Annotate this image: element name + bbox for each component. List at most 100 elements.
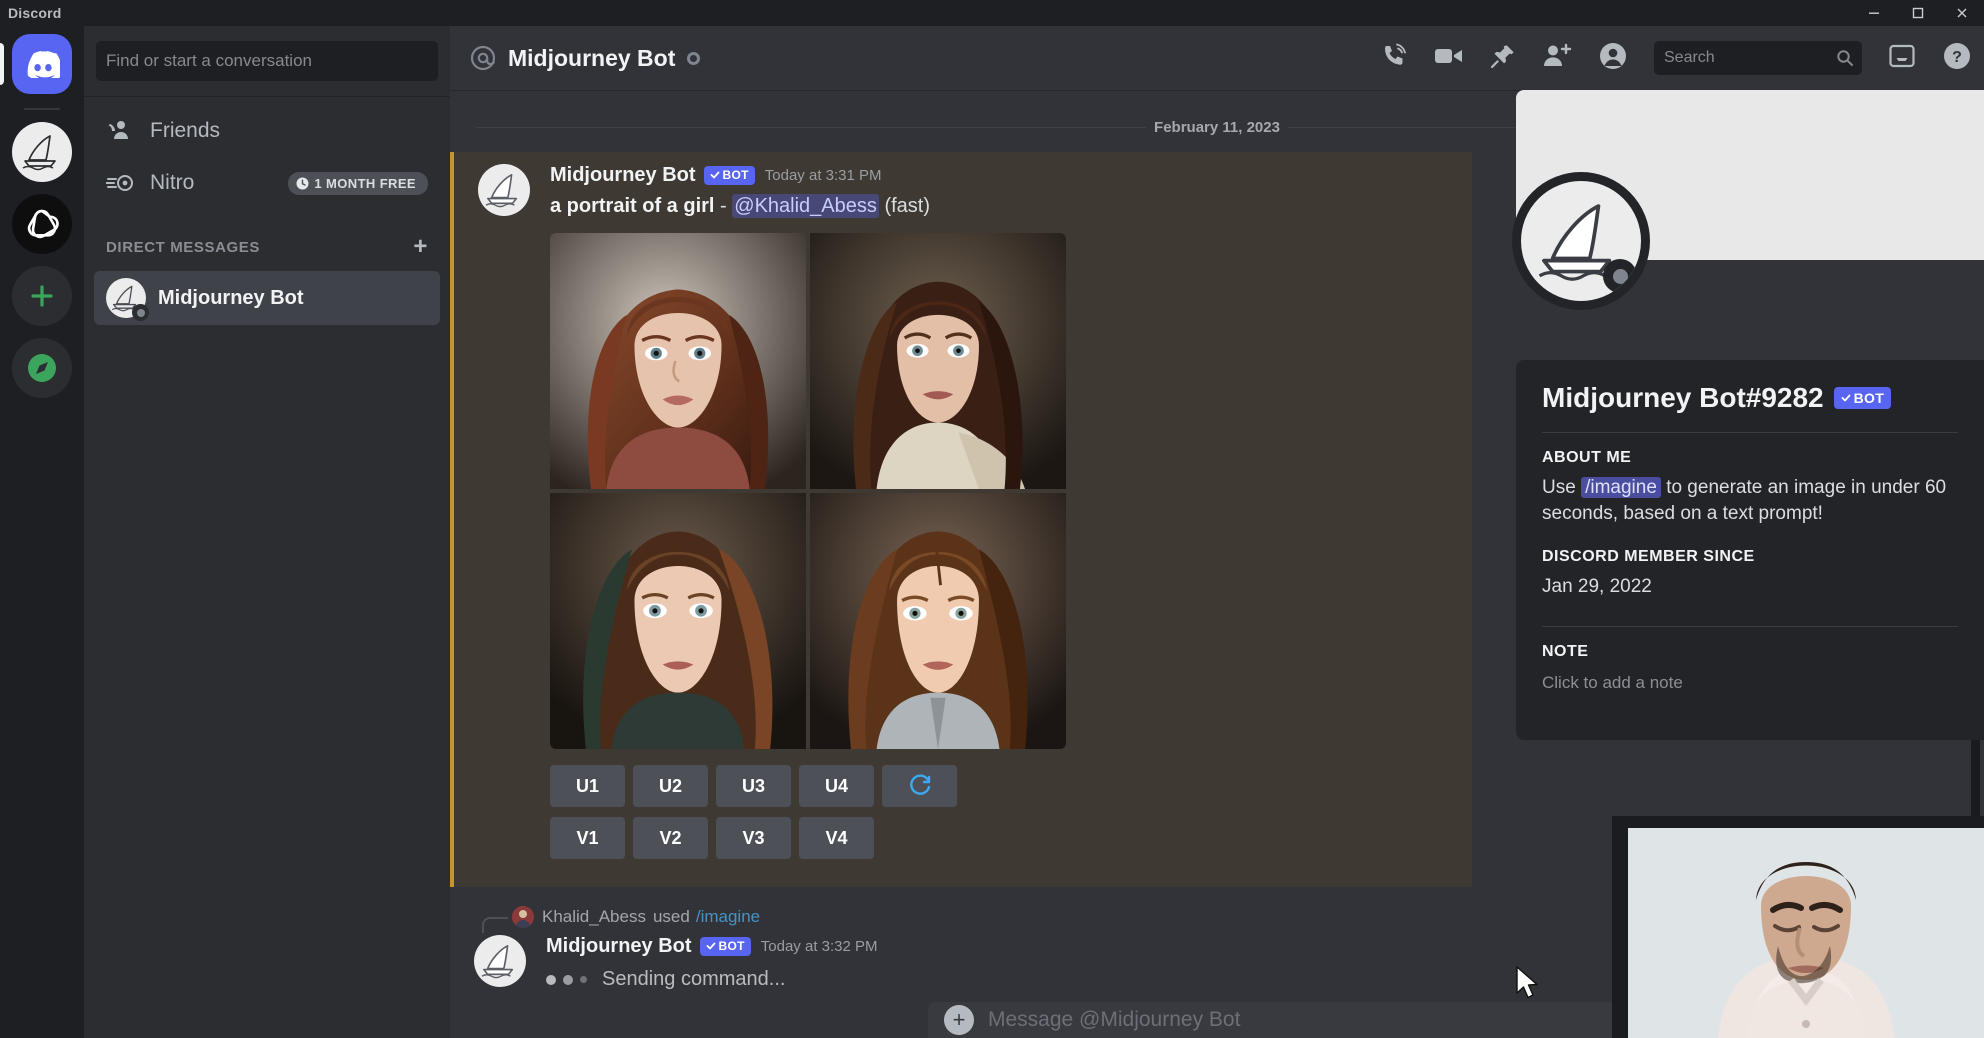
search-input[interactable]: Find or start a conversation — [96, 41, 438, 81]
message-input-placeholder[interactable]: Message @Midjourney Bot — [988, 1008, 1240, 1032]
conversation-search-wrap: Find or start a conversation — [84, 26, 450, 96]
member-since-title: DISCORD MEMBER SINCE — [1542, 548, 1958, 566]
about-me-text: Use /imagine to generate an image in und… — [1542, 475, 1958, 526]
dm-section-header: DIRECT MESSAGES + — [94, 225, 440, 269]
search-placeholder: Find or start a conversation — [106, 51, 312, 71]
generated-image-1[interactable] — [550, 233, 806, 489]
upscale-button-u2[interactable]: U2 — [633, 765, 708, 807]
generated-image-3[interactable] — [550, 493, 806, 749]
upscale-button-u1[interactable]: U1 — [550, 765, 625, 807]
variation-button-v4[interactable]: V4 — [799, 817, 874, 859]
pin-icon[interactable] — [1490, 43, 1516, 74]
action-buttons: U1 U2 U3 U4 — [550, 765, 1452, 859]
status-badge — [687, 52, 700, 65]
mention[interactable]: @Khalid_Abess — [732, 194, 879, 218]
generated-image-4[interactable] — [810, 493, 1066, 749]
app-title: Discord — [8, 5, 62, 21]
avatar — [512, 906, 534, 928]
loading-dot — [563, 975, 573, 985]
message-author[interactable]: Midjourney Bot — [546, 935, 692, 958]
member-since-value: Jan 29, 2022 — [1542, 574, 1958, 600]
rail-item-chatgpt[interactable] — [12, 194, 72, 254]
message-author[interactable]: Midjourney Bot — [550, 164, 696, 187]
rail-item-add-server[interactable] — [12, 266, 72, 326]
friends-label: Friends — [150, 119, 220, 143]
message-timestamp: Today at 3:31 PM — [765, 167, 882, 184]
message-timestamp: Today at 3:32 PM — [761, 938, 878, 955]
generated-image-2[interactable] — [810, 233, 1066, 489]
loading-dot — [546, 975, 556, 985]
chat-header: Midjourney Bot — [450, 26, 1984, 90]
reroll-button[interactable] — [882, 765, 957, 807]
user-profile-panel: Midjourney Bot#9282 BOT ABOUT ME Use /im… — [1500, 90, 1984, 740]
bot-badge: BOT — [1834, 387, 1891, 410]
chatgpt-logo-icon — [12, 194, 72, 254]
rail-item-explore[interactable] — [12, 338, 72, 398]
variation-button-v1[interactable]: V1 — [550, 817, 625, 859]
about-prefix: Use — [1542, 477, 1576, 498]
title-bar: Discord — [0, 0, 1984, 26]
command-name[interactable]: /imagine — [696, 907, 760, 927]
imagine-command-chip[interactable]: /imagine — [1581, 477, 1661, 498]
add-friend-icon[interactable] — [1542, 43, 1572, 74]
message-content: a portrait of a girl - @Khalid_Abess (fa… — [550, 193, 1452, 219]
bot-badge: BOT — [700, 937, 751, 955]
command-user[interactable]: Khalid_Abess — [542, 907, 646, 927]
note-title: NOTE — [1542, 643, 1958, 661]
search-icon — [1836, 49, 1854, 67]
minimize-button[interactable] — [1852, 0, 1896, 26]
note-input[interactable]: Click to add a note — [1542, 669, 1958, 693]
rail-item-midjourney[interactable] — [12, 122, 72, 182]
message-search-input[interactable]: Search — [1654, 41, 1862, 75]
prompt-dash: - — [720, 195, 727, 217]
close-button[interactable] — [1940, 0, 1984, 26]
midjourney-logo-icon — [12, 122, 72, 182]
avatar[interactable] — [474, 935, 526, 987]
webcam-video — [1628, 828, 1984, 1038]
rail-item-home[interactable] — [12, 34, 72, 94]
dm-item-label: Midjourney Bot — [158, 287, 304, 310]
profile-card: Midjourney Bot#9282 BOT ABOUT ME Use /im… — [1516, 360, 1984, 740]
avatar[interactable] — [478, 164, 530, 216]
bot-badge-label: BOT — [723, 168, 749, 182]
status-badge — [1603, 259, 1637, 293]
at-icon — [468, 43, 498, 73]
profile-avatar[interactable] — [1512, 172, 1650, 310]
sidebar-item-nitro[interactable]: Nitro 1 MONTH FREE — [94, 157, 440, 209]
clock-icon — [296, 177, 309, 190]
maximize-button[interactable] — [1896, 0, 1940, 26]
sending-status-text: Sending command... — [602, 968, 785, 991]
user-profile-icon[interactable] — [1598, 41, 1628, 76]
profile-name-row: Midjourney Bot#9282 BOT — [1542, 382, 1958, 414]
dm-item-midjourney-bot[interactable]: Midjourney Bot — [94, 271, 440, 325]
friends-icon — [106, 119, 140, 143]
variation-button-v3[interactable]: V3 — [716, 817, 791, 859]
mouse-cursor — [1515, 966, 1541, 1005]
dm-sidebar: Find or start a conversation Friends — [84, 26, 450, 1038]
help-icon[interactable]: ? — [1942, 41, 1972, 76]
window-controls — [1852, 0, 1984, 26]
mode-label: (fast) — [884, 195, 930, 217]
generated-image-grid[interactable] — [550, 233, 1066, 749]
sidebar-item-friends[interactable]: Friends — [94, 105, 440, 157]
discord-home-icon — [12, 34, 72, 94]
svg-text:?: ? — [1952, 49, 1962, 66]
bot-badge-label: BOT — [1854, 390, 1884, 407]
variation-button-v2[interactable]: V2 — [633, 817, 708, 859]
call-icon[interactable] — [1380, 42, 1408, 75]
inbox-icon[interactable] — [1888, 43, 1916, 74]
nitro-badge[interactable]: 1 MONTH FREE — [288, 172, 428, 195]
attach-file-button[interactable]: + — [944, 1005, 974, 1035]
create-dm-button[interactable]: + — [413, 235, 428, 259]
check-icon — [706, 941, 716, 951]
loading-dot — [580, 976, 587, 983]
reroll-icon — [908, 774, 932, 798]
nitro-icon — [106, 172, 140, 194]
upscale-button-u4[interactable]: U4 — [799, 765, 874, 807]
header-actions: Search ? — [1380, 41, 1972, 76]
video-icon[interactable] — [1434, 44, 1464, 73]
upscale-button-u3[interactable]: U3 — [716, 765, 791, 807]
add-server-icon — [12, 266, 72, 326]
rail-divider — [24, 108, 60, 110]
bot-badge-label: BOT — [719, 939, 745, 953]
